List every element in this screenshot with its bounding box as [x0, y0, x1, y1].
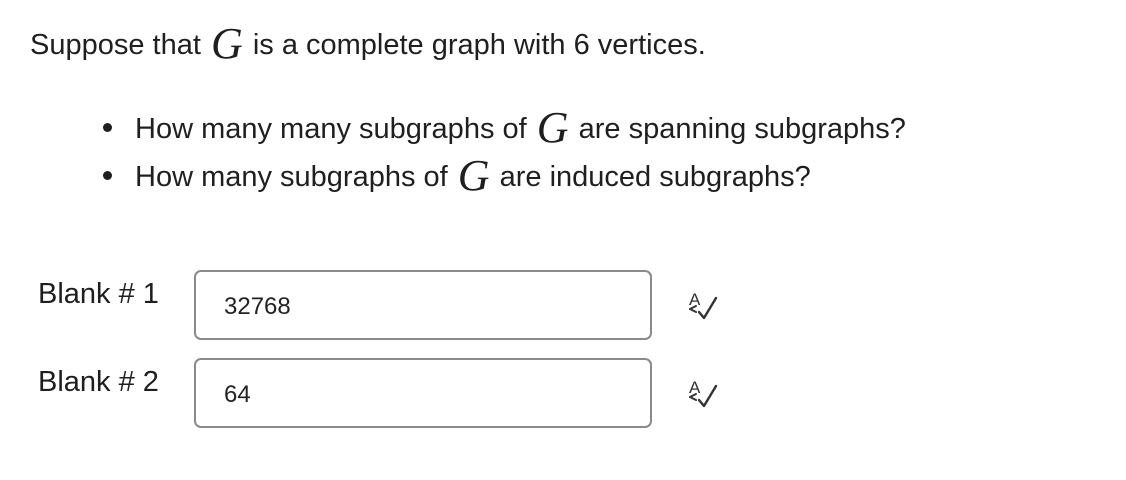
bullet-text-after: are induced subgraphs?	[499, 161, 811, 193]
math-variable-g: G	[536, 103, 569, 152]
math-variable-g: G	[210, 19, 243, 68]
blank-input-1[interactable]: 32768	[194, 270, 652, 340]
blank-row-2: Blank # 2 64 A	[38, 358, 1038, 432]
blank-input-2-value: 64	[224, 381, 251, 408]
blank-input-1-value: 32768	[224, 293, 291, 320]
blank-label-1: Blank # 1	[38, 278, 159, 310]
bullet-item-spanning: How many many subgraphs of G are spannin…	[99, 102, 906, 150]
spell-check-icon[interactable]: A	[686, 288, 720, 322]
question-bullet-list: How many many subgraphs of G are spannin…	[99, 102, 906, 198]
bullet-dot-icon	[103, 171, 112, 180]
blank-input-2[interactable]: 64	[194, 358, 652, 428]
question-intro: Suppose that G is a complete graph with …	[30, 18, 706, 66]
spell-check-icon[interactable]: A	[686, 376, 720, 410]
intro-text-after: is a complete graph with 6 vertices.	[252, 29, 706, 61]
bullet-text-after: are spanning subgraphs?	[578, 113, 906, 145]
blank-label-2: Blank # 2	[38, 366, 159, 398]
bullet-dot-icon	[103, 123, 112, 132]
math-variable-g: G	[457, 151, 490, 200]
bullet-text-before: How many subgraphs of	[135, 161, 448, 193]
bullet-text-before: How many many subgraphs of	[135, 113, 527, 145]
blank-row-1: Blank # 1 32768 A	[38, 270, 1038, 344]
bullet-item-induced: How many subgraphs of G are induced subg…	[99, 150, 906, 198]
intro-text-before: Suppose that	[30, 29, 201, 61]
